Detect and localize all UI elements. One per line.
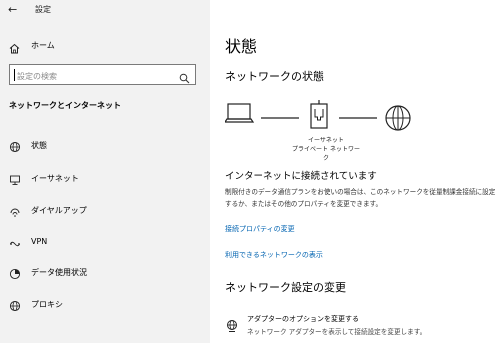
sidebar-item-proxy[interactable]: プロキシ xyxy=(0,290,210,316)
network-type: プライベート ネットワーク xyxy=(292,146,360,162)
app-title: 設定 xyxy=(35,5,51,14)
page-title: 状態 xyxy=(225,37,258,56)
sidebar-item-label: ダイヤルアップ xyxy=(31,206,87,215)
adapter-icon xyxy=(225,318,239,337)
sidebar-item-ethernet[interactable]: イーサネット xyxy=(0,164,210,190)
show-available-networks-link[interactable]: 利用できるネットワークの表示 xyxy=(225,250,323,260)
search-input[interactable]: 設定の検索 xyxy=(9,64,196,85)
sidebar-item-data-usage[interactable]: データ使用状況 xyxy=(0,258,210,284)
adapter-options-title: アダプターのオプションを変更する xyxy=(247,315,359,323)
internet-globe-icon xyxy=(385,105,411,131)
dialup-icon xyxy=(9,203,21,222)
search-placeholder: 設定の検索 xyxy=(17,72,57,81)
change-settings-heading: ネットワーク設定の変更 xyxy=(225,281,346,294)
sidebar-item-label: 状態 xyxy=(31,141,47,150)
connection-status-description: 制限付きのデータ通信プランをお使いの場合は、このネットワークを従量制課金接続に設… xyxy=(225,188,496,208)
search-icon[interactable] xyxy=(179,69,190,88)
text-caret xyxy=(14,69,15,81)
globe-icon xyxy=(9,138,21,157)
adapter-label: イーサネット プライベート ネットワーク xyxy=(291,136,361,163)
network-status-heading: ネットワークの状態 xyxy=(225,70,324,83)
sidebar-item-vpn[interactable]: VPN xyxy=(0,228,210,254)
section-heading: ネットワークとインターネット xyxy=(9,101,121,110)
main-content: 状態 ネットワークの状態 イーサネット プライベート ネットワーク インターネッ… xyxy=(210,0,500,343)
sidebar-item-label: イーサネット xyxy=(31,174,79,183)
sidebar-item-home[interactable]: ホーム xyxy=(0,34,210,56)
sidebar-item-dialup[interactable]: ダイヤルアップ xyxy=(0,196,210,222)
adapter-options-description: ネットワーク アダプターを表示して接続設定を変更します。 xyxy=(247,328,427,336)
ethernet-port-icon xyxy=(310,100,328,129)
sidebar-item-label: VPN xyxy=(31,237,48,246)
laptop-icon xyxy=(225,103,255,123)
back-arrow-icon[interactable]: ← xyxy=(8,3,17,16)
vpn-icon xyxy=(9,235,21,254)
home-icon xyxy=(9,39,20,58)
adapter-name: イーサネット xyxy=(308,137,344,144)
connection-status-title: インターネットに接続されています xyxy=(225,171,377,182)
sidebar-item-label: ホーム xyxy=(31,41,55,50)
sidebar-item-label: プロキシ xyxy=(31,300,63,309)
globe-icon xyxy=(9,297,21,316)
sidebar-item-status[interactable]: 状態 xyxy=(0,131,210,157)
title-bar: ← 設定 xyxy=(0,0,210,20)
change-properties-link[interactable]: 接続プロパティの変更 xyxy=(225,224,295,234)
adapter-options-item[interactable]: アダプターのオプションを変更する ネットワーク アダプターを表示して接続設定を変… xyxy=(225,314,500,340)
sidebar-item-label: データ使用状況 xyxy=(31,268,87,277)
sidebar: ← 設定 ホーム 設定の検索 ネットワークとインターネット 状態 イーサネット … xyxy=(0,0,210,343)
ethernet-icon xyxy=(9,171,21,190)
data-usage-icon xyxy=(9,265,21,284)
